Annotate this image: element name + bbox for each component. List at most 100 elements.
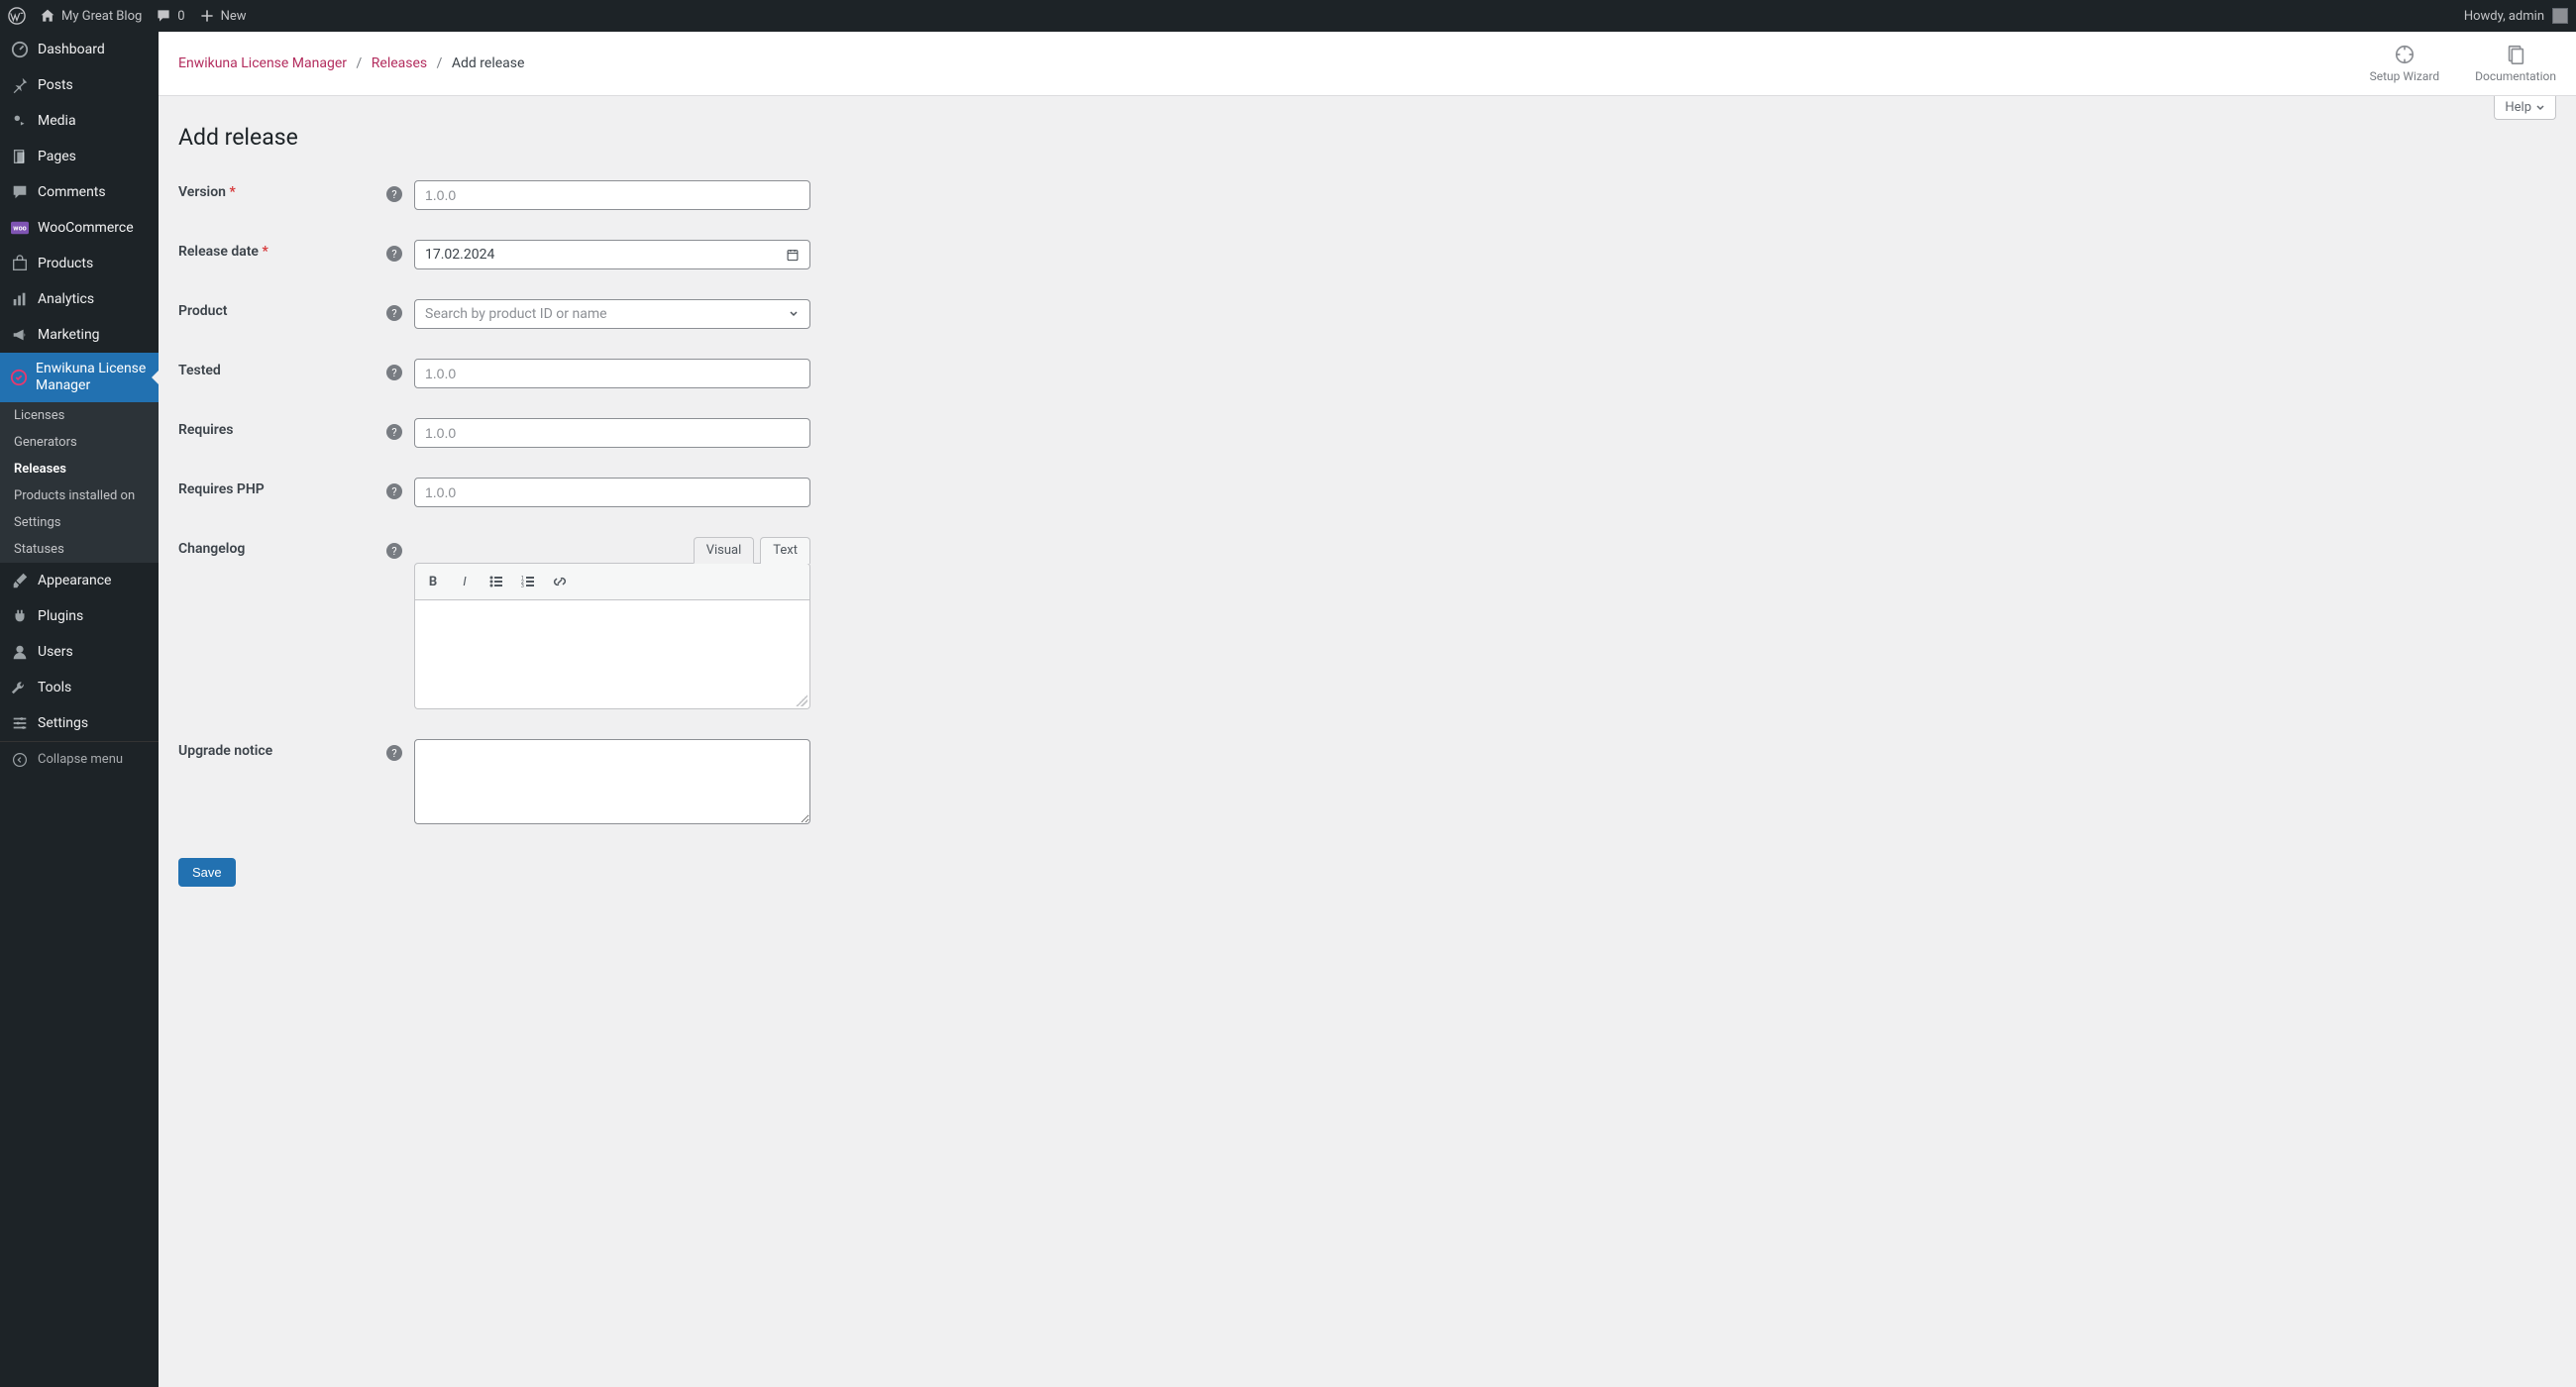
row-requires-php: Requires PHP ? [178, 478, 2556, 507]
avatar [2552, 8, 2568, 24]
row-tested: Tested ? [178, 359, 2556, 388]
help-tab[interactable]: Help [2494, 96, 2556, 120]
menu-users[interactable]: Users [0, 634, 159, 670]
wordpress-icon [8, 7, 26, 25]
menu-label: Enwikuna License Manager [36, 361, 149, 394]
menu-pages[interactable]: Pages [0, 139, 159, 174]
version-input[interactable] [414, 180, 810, 210]
breadcrumb: Enwikuna License Manager / Releases / Ad… [178, 55, 524, 71]
submenu-settings[interactable]: Settings [0, 509, 159, 536]
howdy-text: Howdy, admin [2464, 9, 2544, 24]
requires-input[interactable] [414, 418, 810, 448]
submenu-releases[interactable]: Releases [0, 456, 159, 482]
release-date-input[interactable]: 17.02.2024 [414, 240, 810, 269]
row-changelog: Changelog ? Visual Text B I 123 [178, 537, 2556, 709]
menu-dashboard[interactable]: Dashboard [0, 32, 159, 67]
save-button[interactable]: Save [178, 858, 236, 887]
italic-button[interactable]: I [455, 570, 475, 593]
help-icon[interactable]: ? [386, 543, 402, 559]
label-changelog: Changelog [178, 537, 386, 557]
menu-comments[interactable]: Comments [0, 174, 159, 210]
menu-products[interactable]: Products [0, 246, 159, 281]
menu-plugins[interactable]: Plugins [0, 598, 159, 634]
numbered-list-button[interactable]: 123 [518, 570, 538, 593]
dashboard-icon [10, 40, 30, 59]
required-mark: * [229, 184, 235, 200]
help-icon[interactable]: ? [386, 365, 402, 380]
help-icon[interactable]: ? [386, 305, 402, 321]
menu-label: Users [38, 644, 73, 660]
label-requires: Requires [178, 418, 386, 438]
menu-settings[interactable]: Settings [0, 705, 159, 741]
menu-marketing[interactable]: Marketing [0, 317, 159, 353]
help-icon[interactable]: ? [386, 424, 402, 440]
breadcrumb-section[interactable]: Releases [372, 55, 427, 71]
comment-icon [10, 182, 30, 202]
editor-toolbar: B I 123 [414, 563, 810, 600]
menu-appearance[interactable]: Appearance [0, 563, 159, 598]
submenu-products-installed-on[interactable]: Products installed on [0, 482, 159, 509]
products-icon [10, 254, 30, 273]
bullet-list-icon [488, 574, 504, 589]
requires-php-input[interactable] [414, 478, 810, 507]
upgrade-notice-textarea[interactable] [414, 739, 810, 824]
svg-text:woo: woo [13, 224, 26, 233]
menu-media[interactable]: Media [0, 103, 159, 139]
label-version: Version * [178, 180, 386, 200]
license-icon [10, 368, 28, 387]
label-product: Product [178, 299, 386, 319]
link-button[interactable] [550, 570, 570, 593]
breadcrumb-root[interactable]: Enwikuna License Manager [178, 55, 347, 71]
media-icon [10, 111, 30, 131]
menu-label: Products [38, 256, 93, 271]
menu-posts[interactable]: Posts [0, 67, 159, 103]
breadcrumb-sep: / [357, 55, 363, 71]
menu-label: Comments [38, 184, 106, 200]
new-content-link[interactable]: New [199, 8, 247, 24]
comments-count: 0 [177, 9, 184, 24]
user-menu[interactable]: Howdy, admin [2464, 8, 2568, 24]
page-icon [10, 147, 30, 166]
collapse-menu[interactable]: Collapse menu [0, 741, 159, 778]
row-upgrade-notice: Upgrade notice ? [178, 739, 2556, 828]
setup-wizard-link[interactable]: Setup Wizard [2370, 44, 2440, 83]
documentation-label: Documentation [2475, 69, 2556, 83]
tab-text[interactable]: Text [760, 537, 810, 564]
resize-handle[interactable] [796, 694, 807, 706]
menu-label: Media [38, 113, 76, 129]
user-icon [10, 642, 30, 662]
bold-button[interactable]: B [423, 570, 443, 593]
submenu-licenses[interactable]: Licenses [0, 402, 159, 429]
bullet-list-button[interactable] [486, 570, 506, 593]
submenu-generators[interactable]: Generators [0, 429, 159, 456]
menu-label: Settings [38, 715, 88, 731]
changelog-editor[interactable] [414, 600, 810, 709]
menu-label: WooCommerce [38, 220, 134, 236]
product-select[interactable]: Search by product ID or name [414, 299, 810, 329]
page-title: Add release [178, 124, 2556, 151]
help-label: Help [2505, 100, 2531, 115]
menu-woocommerce[interactable]: woo WooCommerce [0, 210, 159, 246]
site-name-link[interactable]: My Great Blog [40, 8, 142, 24]
row-product: Product ? Search by product ID or name [178, 299, 2556, 329]
wp-logo[interactable] [8, 7, 26, 25]
help-icon[interactable]: ? [386, 246, 402, 262]
help-icon[interactable]: ? [386, 186, 402, 202]
chevron-down-icon [2535, 103, 2545, 113]
comments-link[interactable]: 0 [156, 8, 184, 24]
main-content: Enwikuna License Manager / Releases / Ad… [159, 0, 2576, 926]
menu-label: Posts [38, 77, 73, 93]
documentation-link[interactable]: Documentation [2475, 44, 2556, 83]
menu-enwikuna-license-manager[interactable]: Enwikuna License Manager [0, 353, 159, 402]
date-value: 17.02.2024 [425, 247, 494, 263]
help-icon[interactable]: ? [386, 483, 402, 499]
submenu-statuses[interactable]: Statuses [0, 536, 159, 563]
menu-label: Appearance [38, 573, 111, 588]
product-placeholder: Search by product ID or name [425, 306, 607, 322]
tested-input[interactable] [414, 359, 810, 388]
tab-visual[interactable]: Visual [694, 537, 755, 564]
help-icon[interactable]: ? [386, 745, 402, 761]
menu-analytics[interactable]: Analytics [0, 281, 159, 317]
admin-bar: My Great Blog 0 New Howdy, admin [0, 0, 2576, 32]
menu-tools[interactable]: Tools [0, 670, 159, 705]
